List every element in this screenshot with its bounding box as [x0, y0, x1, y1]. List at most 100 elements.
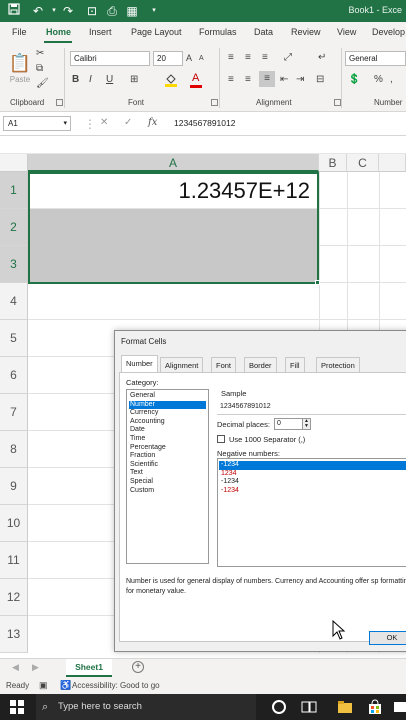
- category-item[interactable]: Text: [129, 469, 206, 478]
- formula-input[interactable]: 1234567891012: [174, 118, 235, 128]
- accessibility-icon[interactable]: ♿: [60, 680, 71, 691]
- cancel-entry-icon[interactable]: ✕: [100, 117, 108, 128]
- tab-formulas[interactable]: Formulas: [199, 27, 237, 37]
- paste-icon[interactable]: 📋: [8, 52, 32, 74]
- cell-a1[interactable]: 1.23457E+12: [30, 174, 314, 208]
- decimal-places-spinner[interactable]: ▲ ▼: [302, 418, 311, 430]
- dialog-tab-border[interactable]: Border: [244, 357, 277, 372]
- italic-button[interactable]: I: [89, 74, 92, 86]
- category-item[interactable]: Percentage: [129, 444, 206, 453]
- category-item[interactable]: Date: [129, 426, 206, 435]
- row-header-12[interactable]: 12: [0, 579, 28, 616]
- align-bottom-icon[interactable]: ≡: [262, 52, 268, 64]
- row-header-13[interactable]: 13: [0, 616, 28, 653]
- increase-font-icon[interactable]: A: [186, 52, 192, 64]
- undo-icon[interactable]: ↶: [30, 3, 46, 19]
- font-color-icon[interactable]: A: [192, 72, 199, 84]
- scroll-right-icon[interactable]: ▶: [32, 662, 39, 673]
- confirm-entry-icon[interactable]: ✓: [124, 117, 132, 128]
- cortana-icon[interactable]: [270, 698, 288, 716]
- windows-start-icon[interactable]: [8, 698, 26, 716]
- taskbar-search[interactable]: ⌕ Type here to search: [36, 694, 256, 720]
- row-header-2[interactable]: 2: [0, 209, 28, 246]
- select-all-corner[interactable]: [0, 154, 28, 172]
- font-name-select[interactable]: Calibri: [70, 51, 150, 66]
- category-item[interactable]: Fraction: [129, 452, 206, 461]
- thousands-separator-checkbox[interactable]: [217, 435, 225, 443]
- row-header-7[interactable]: 7: [0, 394, 28, 431]
- row-header-6[interactable]: 6: [0, 357, 28, 394]
- dialog-tab-number[interactable]: Number: [121, 355, 158, 373]
- cut-icon[interactable]: ✂: [36, 48, 44, 60]
- negative-format-item[interactable]: -1234: [219, 478, 406, 487]
- row-header-8[interactable]: 8: [0, 431, 28, 468]
- category-item[interactable]: Time: [129, 435, 206, 444]
- align-middle-icon[interactable]: ≡: [245, 52, 251, 64]
- tab-file[interactable]: File: [12, 27, 27, 37]
- tab-data[interactable]: Data: [254, 27, 273, 37]
- dialog-tab-fill[interactable]: Fill: [285, 357, 305, 372]
- mail-icon[interactable]: [392, 698, 406, 716]
- negative-format-item[interactable]: 1234: [219, 470, 406, 479]
- borders-icon[interactable]: ⊞: [130, 74, 138, 86]
- dialog-tab-alignment[interactable]: Alignment: [160, 357, 204, 372]
- fill-color-icon[interactable]: [164, 73, 178, 91]
- scroll-left-icon[interactable]: ◀: [12, 662, 19, 673]
- alignment-launcher-icon[interactable]: [334, 99, 341, 106]
- row-header-1[interactable]: 1: [0, 172, 28, 209]
- category-list[interactable]: General Number Currency Accounting Date …: [126, 389, 209, 564]
- category-item[interactable]: Special: [129, 478, 206, 487]
- row-header-5[interactable]: 5: [0, 320, 28, 357]
- accessibility-status[interactable]: Accessibility: Good to go: [72, 681, 160, 690]
- align-left-icon[interactable]: ≡: [228, 74, 234, 86]
- add-sheet-icon[interactable]: +: [132, 661, 144, 673]
- table-icon[interactable]: ▦: [124, 3, 140, 19]
- decrease-indent-icon[interactable]: ⇤: [280, 74, 288, 86]
- copy-icon[interactable]: ⧉: [36, 63, 43, 75]
- row-header-3[interactable]: 3: [0, 246, 28, 283]
- row-header-10[interactable]: 10: [0, 505, 28, 542]
- category-item[interactable]: Currency: [129, 409, 206, 418]
- touch-mode-icon[interactable]: ⊡: [84, 3, 100, 19]
- align-top-icon[interactable]: ≡: [228, 52, 234, 64]
- negative-numbers-list[interactable]: -1234 1234 -1234 -1234: [217, 458, 406, 567]
- decimal-places-input[interactable]: 0: [274, 418, 304, 430]
- name-box[interactable]: A1 ▾: [3, 116, 71, 131]
- column-header-a[interactable]: A: [28, 154, 319, 172]
- merge-center-icon[interactable]: ⊟: [316, 74, 324, 86]
- redo-icon[interactable]: ↷: [60, 3, 76, 19]
- fill-handle[interactable]: [315, 280, 320, 285]
- category-item[interactable]: Accounting: [129, 418, 206, 427]
- column-header-d[interactable]: [379, 154, 406, 172]
- category-item[interactable]: Number: [129, 400, 206, 410]
- customize-qat-icon[interactable]: ▾: [146, 3, 162, 19]
- row-header-9[interactable]: 9: [0, 468, 28, 505]
- wrap-text-icon[interactable]: ↵: [318, 52, 326, 64]
- align-right-icon[interactable]: ≡: [259, 71, 275, 87]
- negative-format-item[interactable]: -1234: [219, 461, 406, 470]
- underline-button[interactable]: U: [106, 74, 113, 86]
- accounting-format-icon[interactable]: 💲: [348, 74, 360, 86]
- tab-developer[interactable]: Develop: [372, 27, 405, 37]
- comma-style-icon[interactable]: ,: [390, 74, 393, 86]
- macro-recording-icon[interactable]: ▣: [39, 680, 48, 691]
- format-painter-icon[interactable]: 🖌: [36, 78, 49, 90]
- sheet-tab-sheet1[interactable]: Sheet1: [66, 659, 112, 677]
- negative-format-item[interactable]: -1234: [219, 487, 406, 496]
- category-item[interactable]: Custom: [129, 487, 206, 496]
- chevron-down-icon[interactable]: ▾: [63, 119, 67, 127]
- shopping-bag-icon[interactable]: [366, 698, 384, 716]
- column-header-c[interactable]: C: [347, 154, 379, 172]
- row-header-4[interactable]: 4: [0, 283, 28, 320]
- orientation-icon[interactable]: ⤢: [284, 52, 292, 64]
- column-header-b[interactable]: B: [319, 154, 347, 172]
- increase-indent-icon[interactable]: ⇥: [296, 74, 304, 86]
- decrease-font-icon[interactable]: A: [199, 53, 204, 65]
- font-size-select[interactable]: 20: [153, 51, 183, 66]
- number-format-select[interactable]: General: [345, 51, 406, 66]
- clipboard-launcher-icon[interactable]: [56, 99, 63, 106]
- category-item[interactable]: General: [129, 392, 206, 401]
- row-header-11[interactable]: 11: [0, 542, 28, 579]
- dialog-tab-protection[interactable]: Protection: [316, 357, 360, 372]
- dialog-tab-font[interactable]: Font: [211, 357, 237, 372]
